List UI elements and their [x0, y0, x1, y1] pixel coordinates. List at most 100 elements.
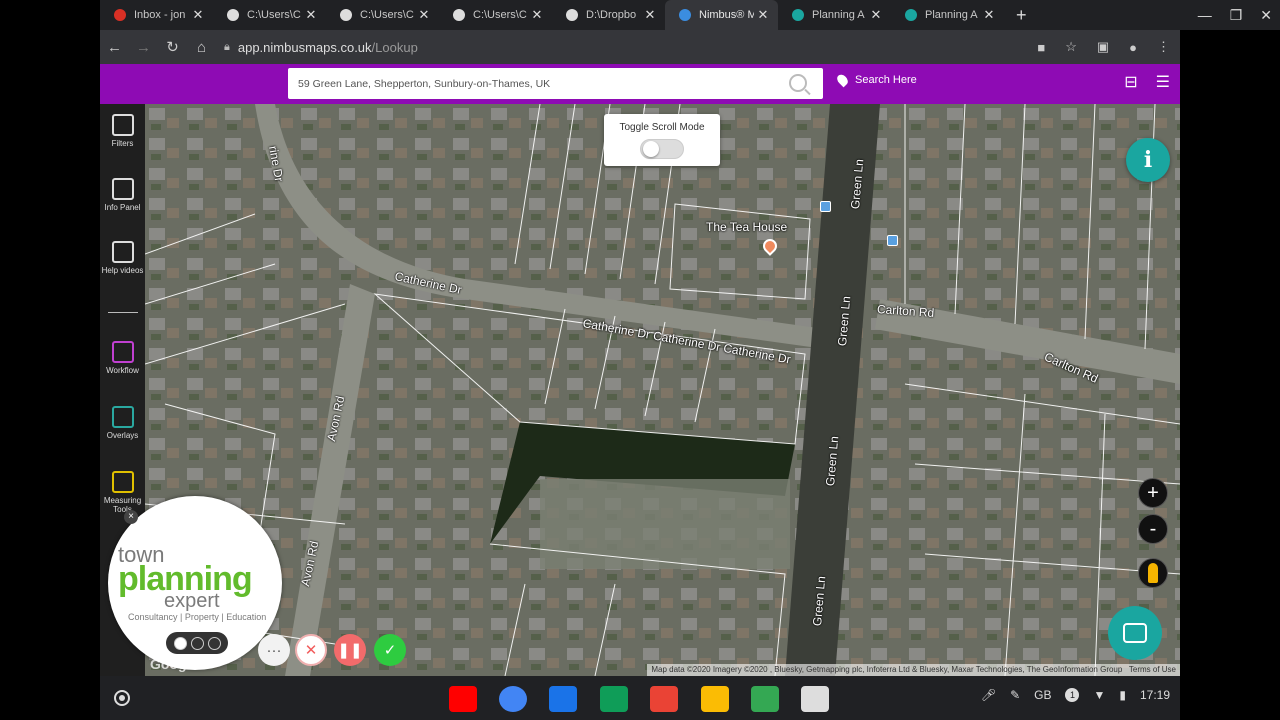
basket-icon[interactable]: ⊟: [1124, 72, 1137, 92]
maximize-button[interactable]: ❐: [1230, 7, 1243, 24]
measure-icon: [111, 471, 134, 493]
notification-count-badge[interactable]: 1: [1065, 688, 1080, 702]
close-tab-icon[interactable]: ✕: [867, 7, 885, 23]
menu-kebab-icon[interactable]: ⋮: [1157, 39, 1170, 55]
url-path: /Lookup: [371, 39, 418, 55]
attribution-text: Map data ©2020 Imagery ©2020 , Bluesky, …: [651, 665, 1123, 674]
toggle-scroll-label: Toggle Scroll Mode: [619, 122, 705, 133]
toolbar-divider: [108, 312, 138, 313]
tab-title: Planning A: [925, 9, 978, 21]
tab-favicon-icon: [905, 9, 917, 21]
tab-title: C:\Users\C: [473, 9, 527, 21]
browser-tab[interactable]: C:\Users\C ✕: [326, 0, 439, 30]
browser-tab[interactable]: C:\Users\C ✕: [439, 0, 552, 30]
drive-icon[interactable]: [600, 686, 628, 712]
tool-workflow[interactable]: Workflow: [100, 341, 145, 375]
satellite-map[interactable]: Toggle Scroll Mode i + - Map data ©2020 …: [145, 104, 1180, 676]
gmail-icon[interactable]: [650, 686, 678, 712]
tool-measuring-tools[interactable]: Measuring Tools: [100, 471, 145, 514]
poi-marker-icon[interactable]: [820, 201, 831, 212]
search-icon[interactable]: [789, 74, 807, 92]
tool-label: Help videos: [101, 266, 144, 275]
stylus-icon[interactable]: ✎: [1010, 688, 1020, 702]
clock[interactable]: 17:19: [1140, 688, 1170, 702]
toggle-scroll-mode[interactable]: Toggle Scroll Mode: [604, 114, 720, 166]
tool-label: Overlays: [106, 431, 139, 440]
back-button[interactable]: ←: [100, 39, 129, 56]
docs-icon[interactable]: [701, 686, 729, 712]
tab-favicon-icon: [340, 9, 352, 21]
browser-tab[interactable]: C:\Users\C ✕: [213, 0, 326, 30]
street-view-pegman-icon[interactable]: [1138, 558, 1168, 588]
close-tab-icon[interactable]: ✕: [641, 7, 659, 23]
youtube-icon[interactable]: [449, 686, 477, 712]
recorder-cancel-button[interactable]: ✕: [295, 634, 327, 666]
close-overlay-icon[interactable]: ×: [124, 510, 138, 524]
microphone-icon[interactable]: 🎤︎: [981, 688, 996, 702]
browser-tab[interactable]: Planning A ✕: [891, 0, 1004, 30]
tab-title: Nimbus® M: [699, 9, 754, 21]
files-icon[interactable]: [549, 686, 577, 712]
tool-label: Workflow: [106, 366, 139, 375]
search-here-button[interactable]: Search Here: [835, 72, 917, 88]
browser-tab[interactable]: Inbox - jon ✕: [100, 0, 213, 30]
system-tray[interactable]: 🎤︎ ✎ GB 1 ▼ ▮ 17:19: [981, 688, 1170, 702]
bookmark-star-icon[interactable]: ☆: [1065, 39, 1077, 55]
tool-filters[interactable]: Filters: [100, 114, 145, 148]
play-store-icon[interactable]: [751, 686, 779, 712]
brand-word-expert: expert: [164, 590, 220, 612]
tab-favicon-icon: [679, 9, 691, 21]
terms-link[interactable]: Terms of Use: [1129, 665, 1176, 674]
workflow-icon: [111, 341, 134, 363]
close-tab-icon[interactable]: ✕: [302, 7, 320, 23]
chat-button[interactable]: [1108, 606, 1162, 660]
wifi-icon: ▼: [1093, 688, 1106, 702]
info-button[interactable]: i: [1126, 138, 1170, 182]
minimize-button[interactable]: —: [1198, 7, 1212, 23]
camera-mode-selector[interactable]: [166, 632, 228, 654]
tab-favicon-icon: [227, 9, 239, 21]
google-logo: Google: [150, 656, 199, 672]
zoom-in-button[interactable]: +: [1138, 478, 1168, 508]
chrome-icon[interactable]: [499, 686, 527, 712]
reload-button[interactable]: ↻: [158, 38, 187, 56]
browser-tab[interactable]: Nimbus® M ✕: [665, 0, 778, 30]
forward-button[interactable]: →: [129, 39, 158, 56]
browser-tab[interactable]: Planning A ✕: [778, 0, 891, 30]
recorder-more-button[interactable]: ···: [258, 634, 290, 666]
tab-favicon-icon: [453, 9, 465, 21]
poi-marker-icon[interactable]: [887, 235, 898, 246]
address-search-input[interactable]: 59 Green Lane, Shepperton, Sunbury-on-Th…: [288, 68, 823, 99]
camera-icon[interactable]: ■: [1037, 40, 1045, 55]
location-pin-icon: [835, 72, 850, 88]
recorder-done-button[interactable]: ✓: [374, 634, 406, 666]
tablet-icon[interactable]: [801, 686, 829, 712]
new-tab-button[interactable]: +: [1016, 5, 1027, 26]
search-value: 59 Green Lane, Shepperton, Sunbury-on-Th…: [298, 77, 551, 90]
browser-tab[interactable]: D:\Dropbo ✕: [552, 0, 665, 30]
tool-help-videos[interactable]: Help videos: [100, 241, 145, 275]
tool-info-panel[interactable]: Info Panel: [100, 178, 145, 212]
close-tab-icon[interactable]: ✕: [528, 7, 546, 23]
app-header: 59 Green Lane, Shepperton, Sunbury-on-Th…: [100, 64, 1180, 104]
toggle-scroll-switch[interactable]: [640, 139, 684, 159]
zoom-out-button[interactable]: -: [1138, 514, 1168, 544]
close-tab-icon[interactable]: ✕: [189, 7, 207, 23]
close-window-button[interactable]: ✕: [1260, 7, 1272, 24]
extension-icon[interactable]: ▣: [1097, 39, 1109, 55]
hamburger-menu-icon[interactable]: ☰: [1156, 72, 1170, 92]
keyboard-layout[interactable]: GB: [1034, 688, 1051, 702]
close-tab-icon[interactable]: ✕: [980, 7, 998, 23]
launcher-icon[interactable]: [114, 690, 130, 706]
close-tab-icon[interactable]: ✕: [415, 7, 433, 23]
recorder-pause-button[interactable]: ❚❚: [334, 634, 366, 666]
close-tab-icon[interactable]: ✕: [754, 7, 772, 23]
profile-icon[interactable]: ●: [1129, 40, 1137, 55]
url-domain: app.nimbusmaps.co.uk: [237, 39, 372, 55]
tab-title: D:\Dropbo: [586, 9, 637, 21]
home-button[interactable]: ⌂: [187, 39, 216, 56]
map-label-tea-house: The Tea House: [706, 220, 788, 234]
url-field[interactable]: 🔒︎ app.nimbusmaps.co.uk/Lookup: [224, 34, 984, 60]
tool-overlays[interactable]: Overlays: [100, 406, 145, 440]
tab-title: Inbox - jon: [134, 9, 186, 21]
